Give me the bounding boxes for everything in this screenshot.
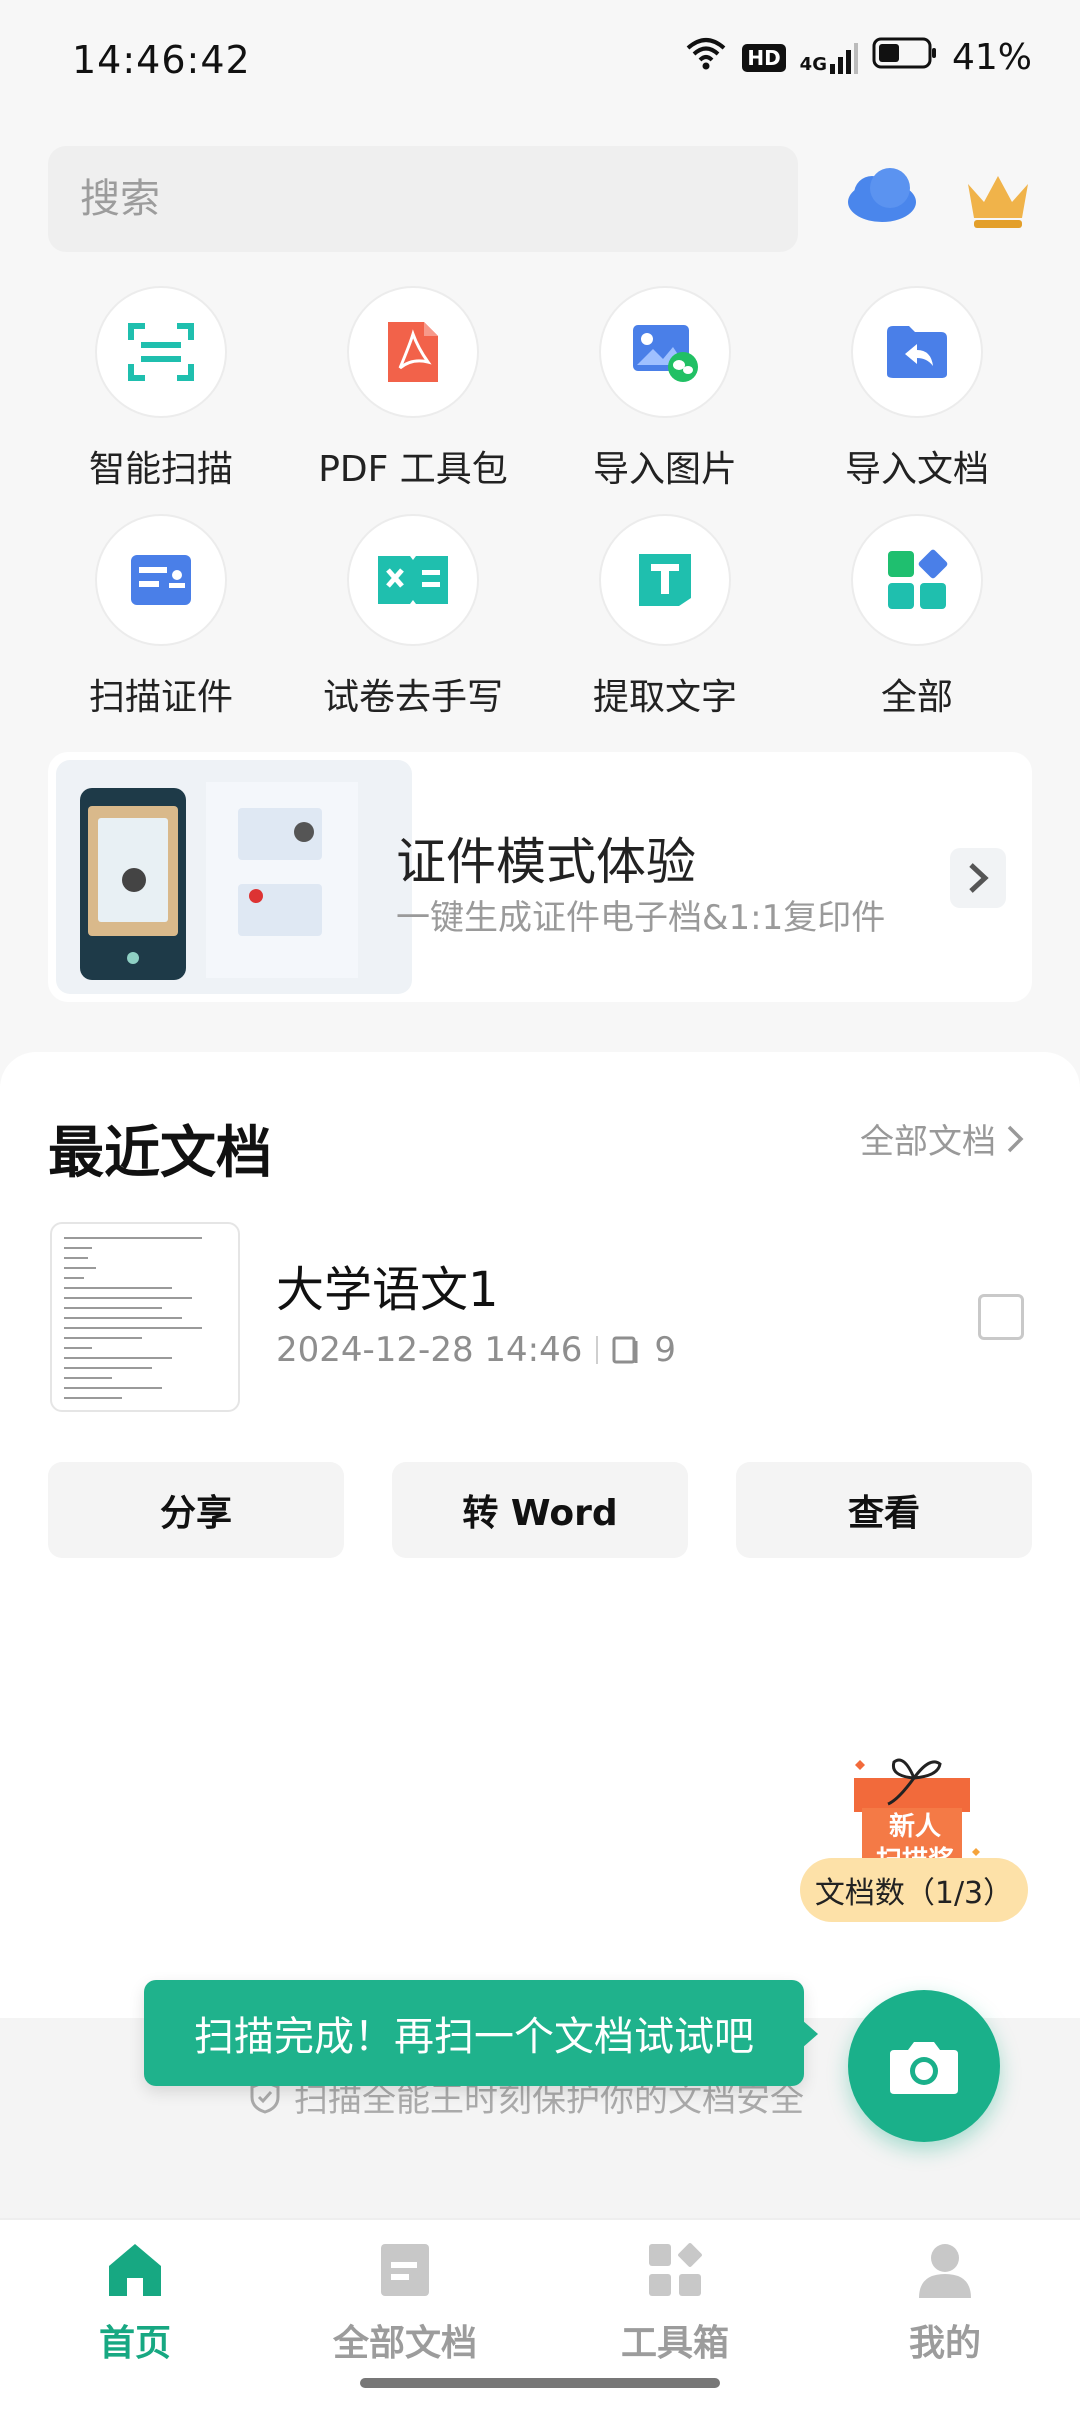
banner-subtitle: 一键生成证件电子档&1:1复印件 <box>396 898 886 938</box>
battery-icon <box>872 36 938 79</box>
import-doc-icon <box>851 286 983 418</box>
tool-label: 导入图片 <box>592 449 737 490</box>
tool-import-doc[interactable]: 导入文档 <box>802 286 1032 492</box>
doc-thumbnail[interactable] <box>50 1222 240 1412</box>
page-count-icon <box>612 1336 638 1364</box>
tool-pdf-kit[interactable]: PDF 工具包 <box>298 286 528 492</box>
share-button[interactable]: 分享 <box>48 1462 344 1558</box>
doc-page-count: 9 <box>654 1330 677 1370</box>
doc-meta: 2024-12-28 14:46 9 <box>276 1330 676 1370</box>
network-type: 4G <box>799 53 827 75</box>
view-button[interactable]: 查看 <box>736 1462 1032 1558</box>
home-icon <box>109 2244 161 2296</box>
wifi-icon <box>684 36 728 79</box>
user-icon <box>919 2244 971 2298</box>
gift-label-line1: 新人 <box>888 1812 941 1842</box>
toolbox-icon <box>649 2243 702 2296</box>
tool-import-image[interactable]: 导入图片 <box>550 286 780 492</box>
chevron-right-icon <box>1007 1125 1024 1152</box>
all-apps-icon <box>851 514 983 646</box>
toast-pointer <box>802 2020 818 2048</box>
scan-icon <box>95 286 227 418</box>
status-time: 14:46:42 <box>72 38 251 82</box>
id-card-icon <box>95 514 227 646</box>
to-word-button[interactable]: 转 Word <box>392 1462 688 1558</box>
tool-label: 智能扫描 <box>88 449 233 490</box>
tool-exam-clean[interactable]: 试卷去手写 <box>298 514 528 720</box>
battery-percent: 41% <box>951 37 1032 78</box>
nav-profile[interactable]: 我的 <box>810 2220 1080 2414</box>
banner-illustration <box>56 760 412 994</box>
tool-extract-text[interactable]: 提取文字 <box>550 514 780 720</box>
import-image-icon <box>599 286 731 418</box>
cloud-icon[interactable] <box>842 162 920 230</box>
chevron-right-icon[interactable] <box>950 848 1006 908</box>
nav-label: 工具箱 <box>620 2323 729 2364</box>
camera-icon <box>890 2042 958 2094</box>
tool-label: 导入文档 <box>844 449 989 490</box>
all-docs-link[interactable]: 全部文档 <box>860 1114 1024 1163</box>
tool-label: 试卷去手写 <box>322 677 503 718</box>
tool-label: 全部 <box>880 677 953 718</box>
crown-icon[interactable] <box>962 170 1034 234</box>
tool-scan-id[interactable]: 扫描证件 <box>46 514 276 720</box>
toast-text: 扫描完成！再扫一个文档试试吧 <box>194 2014 754 2060</box>
nav-label: 首页 <box>98 2323 171 2364</box>
hd-badge: HD <box>742 43 786 72</box>
tool-label: 扫描证件 <box>88 677 233 718</box>
id-mode-banner[interactable]: 证件模式体验 一键生成证件电子档&1:1复印件 <box>48 752 1032 1002</box>
scan-complete-toast: 扫描完成！再扫一个文档试试吧 <box>144 1980 818 2086</box>
tool-all[interactable]: 全部 <box>802 514 1032 720</box>
signal-icon: 4G <box>800 42 858 74</box>
document-icon <box>381 2244 429 2296</box>
search-input[interactable] <box>48 146 798 252</box>
search-bar[interactable] <box>48 146 798 252</box>
home-indicator <box>360 2378 720 2388</box>
doc-date: 2024-12-28 14:46 <box>276 1330 583 1370</box>
doc-select-checkbox[interactable] <box>978 1294 1024 1340</box>
recent-docs-title: 最近文档 <box>48 1121 272 1186</box>
nav-label: 全部文档 <box>332 2323 477 2364</box>
tool-smart-scan[interactable]: 智能扫描 <box>46 286 276 492</box>
nav-label: 我的 <box>908 2323 981 2364</box>
status-icons: HD 4G 41% <box>684 36 1032 79</box>
pdf-icon <box>347 286 479 418</box>
meta-divider <box>596 1336 599 1364</box>
tool-label: 提取文字 <box>592 677 737 718</box>
camera-scan-button[interactable] <box>848 1990 1000 2142</box>
nav-home[interactable]: 首页 <box>0 2220 270 2414</box>
doc-name[interactable]: 大学语文1 <box>276 1250 499 1320</box>
new-user-gift[interactable]: 新人 扫描奖 文档数（1/3） <box>800 1720 1028 1922</box>
banner-title: 证件模式体验 <box>396 833 696 891</box>
text-extract-icon <box>599 514 731 646</box>
tool-label: PDF 工具包 <box>318 449 508 490</box>
all-docs-label: 全部文档 <box>860 1122 996 1162</box>
doc-count-badge: 文档数（1/3） <box>800 1858 1028 1922</box>
exam-icon <box>347 514 479 646</box>
